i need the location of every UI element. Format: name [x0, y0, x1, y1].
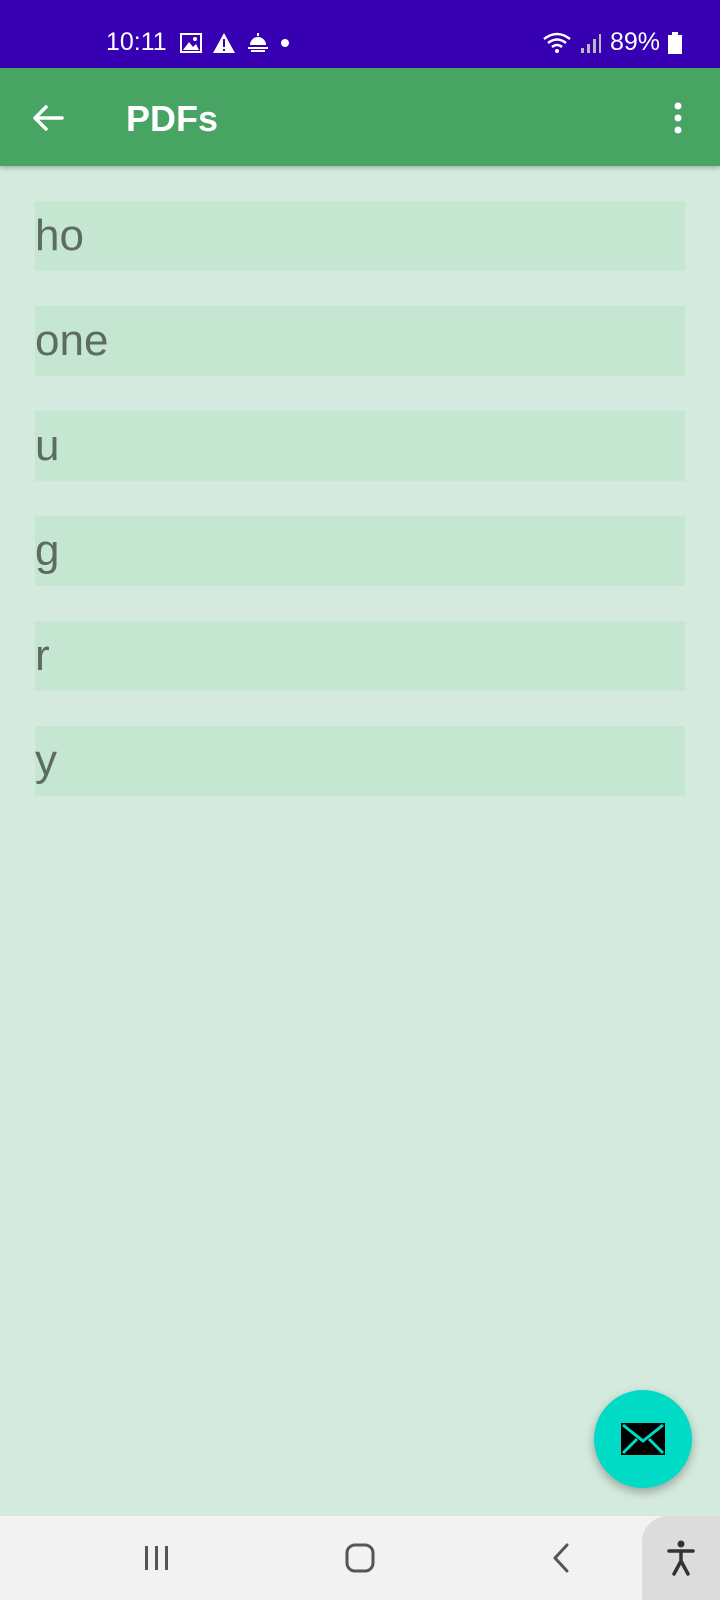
home-icon — [345, 1543, 375, 1573]
recent-apps-button[interactable] — [122, 1530, 192, 1586]
page-title: PDFs — [126, 98, 219, 139]
home-button[interactable] — [325, 1530, 395, 1586]
warning-icon — [213, 33, 235, 53]
signal-icon — [580, 33, 601, 53]
dot-icon — [281, 39, 289, 47]
list-item[interactable]: r — [35, 621, 685, 691]
weather-icon — [248, 33, 268, 52]
list-item[interactable]: y — [35, 726, 685, 796]
mail-fab-button[interactable] — [594, 1390, 692, 1488]
accessibility-icon — [667, 1540, 695, 1576]
list-item[interactable]: one — [35, 306, 685, 376]
pdf-list: ho one u g r y — [35, 201, 685, 831]
overflow-menu-button[interactable] — [652, 92, 704, 144]
status-bar: 10:11 89% — [0, 0, 720, 68]
app-bar: PDFs — [0, 68, 720, 166]
accessibility-button[interactable] — [642, 1516, 720, 1600]
back-button[interactable] — [22, 92, 74, 144]
arrow-left-icon — [33, 105, 64, 131]
wifi-icon — [543, 32, 571, 53]
status-time: 10:11 — [106, 28, 167, 56]
list-item[interactable]: g — [35, 516, 685, 586]
status-notification-icons — [180, 30, 290, 56]
status-right: 89% — [542, 28, 682, 57]
list-item[interactable]: u — [35, 411, 685, 481]
battery-icon — [668, 31, 682, 54]
system-nav-bar — [0, 1516, 720, 1600]
recent-apps-icon — [145, 1546, 168, 1570]
image-icon — [180, 33, 202, 53]
nav-back-button[interactable] — [526, 1530, 596, 1586]
back-icon — [553, 1543, 569, 1573]
list-item[interactable]: ho — [35, 201, 685, 271]
battery-percent: 89% — [609, 28, 660, 56]
mail-icon — [621, 1423, 665, 1455]
more-vert-icon — [674, 102, 682, 134]
